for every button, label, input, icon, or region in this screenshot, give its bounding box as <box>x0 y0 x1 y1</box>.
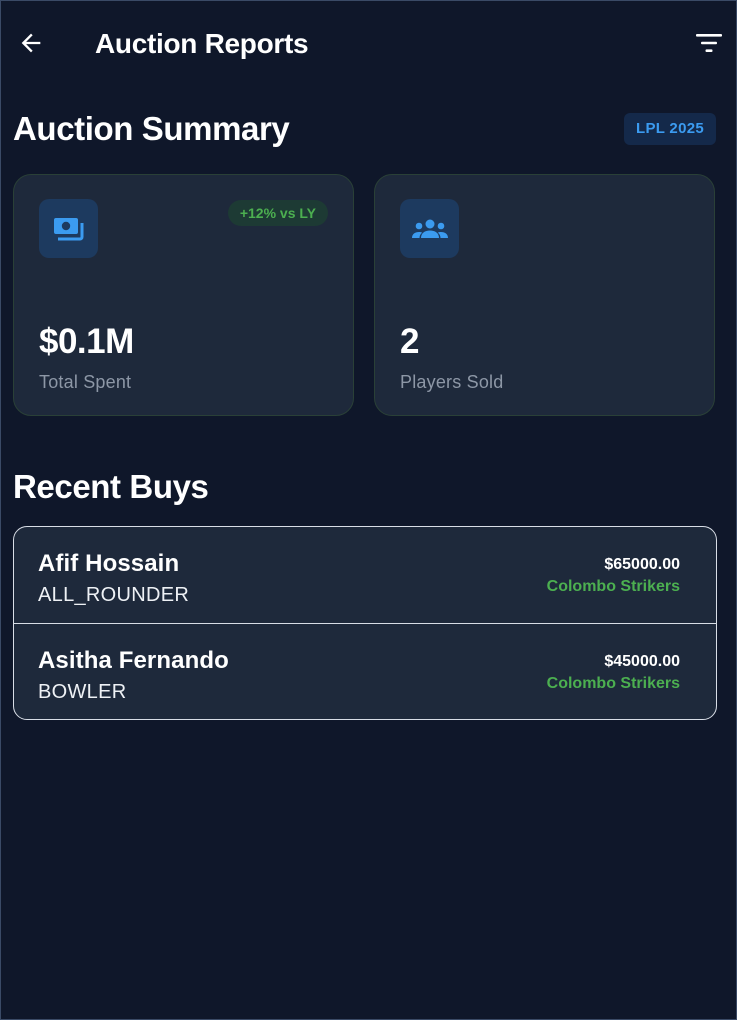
money-icon-container <box>39 199 98 258</box>
list-item[interactable]: Afif Hossain ALL_ROUNDER $65000.00 Colom… <box>14 527 716 624</box>
player-name: Afif Hossain <box>38 550 180 577</box>
total-spent-value: $0.1M <box>39 322 134 361</box>
trend-badge: +12% vs LY <box>227 200 328 226</box>
recent-buys-list: Afif Hossain ALL_ROUNDER $65000.00 Colom… <box>13 526 717 720</box>
players-sold-value: 2 <box>400 322 419 361</box>
filter-button[interactable] <box>692 27 726 59</box>
buy-team: Colombo Strikers <box>546 578 680 595</box>
recent-buys-heading: Recent Buys <box>13 468 209 505</box>
total-spent-card[interactable]: +12% vs LY $0.1M Total Spent <box>13 174 354 416</box>
players-sold-label: Players Sold <box>400 372 504 392</box>
group-icon-container <box>400 199 459 258</box>
players-sold-card[interactable]: 2 Players Sold <box>374 174 715 416</box>
filter-icon <box>696 34 722 52</box>
buy-price: $65000.00 <box>604 556 680 573</box>
player-role: ALL_ROUNDER <box>38 584 190 606</box>
player-role: BOWLER <box>38 681 127 703</box>
player-name: Asitha Fernando <box>38 647 229 674</box>
summary-heading: Auction Summary <box>13 110 290 147</box>
arrow-left-icon <box>21 33 41 53</box>
list-item[interactable]: Asitha Fernando BOWLER $45000.00 Colombo… <box>14 624 716 719</box>
money-icon <box>53 217 83 240</box>
back-button[interactable] <box>13 25 49 61</box>
page-title: Auction Reports <box>95 28 309 59</box>
total-spent-label: Total Spent <box>39 372 132 392</box>
season-badge[interactable]: LPL 2025 <box>624 113 716 145</box>
buy-price: $45000.00 <box>604 653 680 670</box>
buy-team: Colombo Strikers <box>546 675 680 692</box>
app-bar: Auction Reports <box>1 1 736 87</box>
app-screen: Auction Reports Auction Summary LPL 2025… <box>0 0 737 1020</box>
group-icon <box>411 219 448 238</box>
